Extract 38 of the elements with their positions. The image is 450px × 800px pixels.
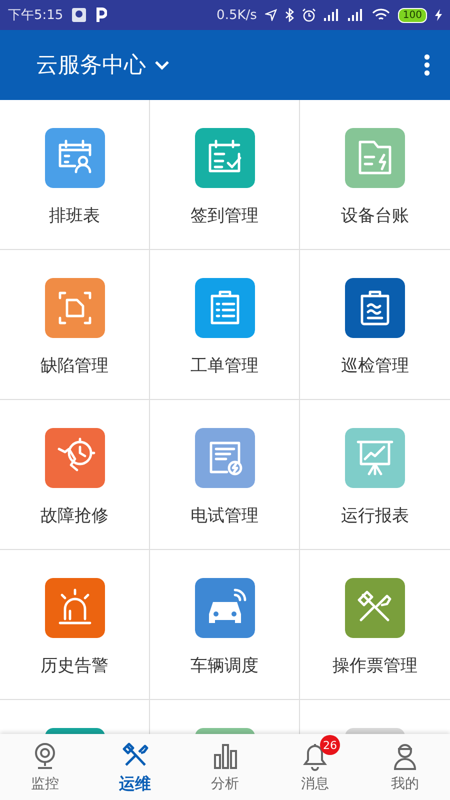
menu-tile[interactable]: 故障抢修 — [0, 400, 150, 550]
network-speed: 0.5K/s — [216, 8, 257, 22]
chevron-down-icon — [154, 60, 170, 70]
menu-tile[interactable]: 电试管理 — [150, 400, 300, 550]
nav-tab[interactable]: 26 消息 — [270, 734, 360, 800]
menu-tile[interactable]: 运行报表 — [300, 400, 450, 550]
menu-tile[interactable]: 签到管理 — [150, 100, 300, 250]
nav-label: 我的 — [391, 775, 419, 793]
menu-tile[interactable]: 操作票管理 — [300, 550, 450, 700]
menu-tile[interactable]: 巡检管理 — [300, 250, 450, 400]
more-menu-icon[interactable] — [424, 54, 430, 76]
signal-icon — [348, 9, 364, 21]
battery-icon: 100 — [398, 8, 427, 22]
menu-tile[interactable]: 车辆调度 — [150, 550, 300, 700]
nav-label: 运维 — [119, 774, 151, 794]
signal-icon — [324, 9, 340, 21]
location-icon — [264, 9, 277, 21]
menu-tile[interactable]: 历史告警 — [0, 550, 150, 700]
nav-tab[interactable]: 运维 — [90, 734, 180, 800]
app-notification-icon — [71, 7, 88, 23]
menu-tile[interactable]: 排班表 — [0, 100, 150, 250]
nav-label: 分析 — [211, 775, 239, 793]
title-dropdown[interactable]: 云服务中心 — [36, 50, 170, 80]
menu-tile[interactable]: 设备台账 — [300, 100, 450, 250]
nav-label: 消息 — [301, 775, 329, 793]
nav-tab[interactable]: 我的 — [360, 734, 450, 800]
nav-label: 监控 — [31, 775, 59, 793]
nav-tab[interactable]: 监控 — [0, 734, 90, 800]
parking-icon — [95, 7, 108, 23]
status-time: 下午5:15 — [8, 7, 64, 24]
wifi-icon — [372, 8, 390, 22]
nav-tab[interactable]: 分析 — [180, 734, 270, 800]
menu-tile[interactable]: 缺陷管理 — [0, 250, 150, 400]
alarm-icon — [302, 8, 316, 22]
menu-tile[interactable]: 工单管理 — [150, 250, 300, 400]
charging-icon — [435, 9, 442, 21]
bluetooth-icon — [284, 8, 294, 22]
unread-badge: 26 — [320, 735, 340, 755]
